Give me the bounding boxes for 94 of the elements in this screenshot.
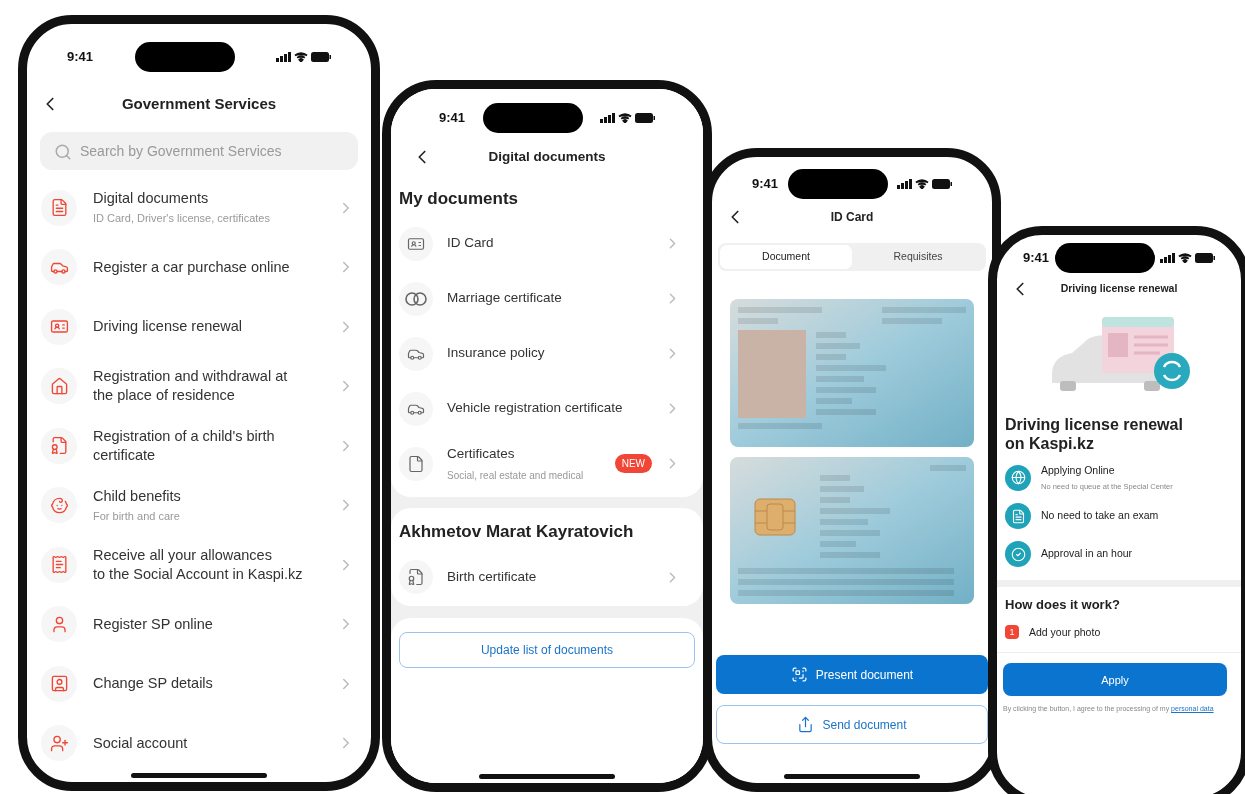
- qr-scan-icon: [790, 666, 808, 683]
- feature-title: Applying Online: [1041, 463, 1116, 478]
- battery-icon: [932, 179, 952, 189]
- feature-title: Approval in an hour: [1041, 546, 1133, 562]
- service-item[interactable]: Social account: [27, 713, 371, 773]
- service-item[interactable]: Receive all your allowances to the Social Account in Kaspi.kz: [27, 535, 371, 595]
- user-icon: [41, 606, 77, 643]
- document-title: Birth certificate: [447, 567, 538, 586]
- apply-button[interactable]: Apply: [1003, 663, 1227, 697]
- document-item[interactable]: Birth certificate: [399, 552, 695, 602]
- battery-icon: [635, 113, 655, 123]
- service-item[interactable]: Register SP online: [27, 594, 371, 654]
- document-icon: [1005, 503, 1031, 529]
- chip-icon: [754, 497, 796, 536]
- tab[interactable]: Document: [720, 245, 852, 269]
- baby-icon: [41, 487, 77, 524]
- document-item[interactable]: ID Card: [399, 216, 695, 271]
- new-badge: NEW: [614, 454, 652, 473]
- screen-title: ID Card: [830, 209, 874, 226]
- status-time: 9:41: [439, 109, 466, 128]
- service-subtitle: ID Card, Driver's license, certificates: [93, 211, 271, 226]
- service-item[interactable]: Register a car purchase online: [27, 237, 371, 297]
- status-time: 9:41: [1023, 249, 1050, 268]
- signal-icon: [276, 52, 291, 62]
- id-card-icon: [41, 308, 77, 345]
- document-title: Insurance policy: [447, 344, 546, 363]
- document-item[interactable]: Vehicle registration certificate: [399, 381, 695, 436]
- wifi-icon: [618, 113, 632, 123]
- signal-icon: [1160, 253, 1175, 263]
- send-document-button[interactable]: Send document: [716, 705, 988, 744]
- feature-title: No need to take an exam: [1041, 508, 1159, 524]
- service-title: Driving license renewal: [93, 317, 244, 337]
- search-field[interactable]: Search by Government Services: [40, 132, 358, 170]
- service-title: Register a car purchase online: [93, 257, 291, 277]
- file-badge-icon: [41, 427, 77, 464]
- document-item[interactable]: Marriage certificate: [399, 271, 695, 326]
- present-document-button[interactable]: Present document: [716, 655, 988, 694]
- service-title: Registration of a child's birth certificate: [93, 426, 276, 465]
- document-icon: [399, 446, 433, 481]
- signal-icon: [600, 113, 615, 123]
- tab[interactable]: Requisites: [852, 245, 984, 269]
- screen-title: Driving license renewal: [1060, 281, 1178, 297]
- document-title: Certificates: [447, 445, 516, 464]
- car-icon: [41, 249, 77, 286]
- service-item[interactable]: Registration and withdrawal at the place of residence: [27, 356, 371, 416]
- service-title: Registration and withdrawal at the place of residence: [93, 367, 289, 406]
- screen-title: Digital documents: [488, 147, 606, 166]
- service-item[interactable]: Change SP details: [27, 654, 371, 714]
- signal-icon: [897, 179, 912, 189]
- wifi-icon: [294, 52, 308, 62]
- document-item[interactable]: Insurance policy: [399, 326, 695, 381]
- service-item[interactable]: Child benefits For birth and care: [27, 475, 371, 535]
- promo-heading: Driving license renewal on Kaspi.kz: [1005, 415, 1184, 453]
- wifi-icon: [1178, 253, 1192, 263]
- id-card-icon: [399, 226, 433, 261]
- service-item[interactable]: Driving license renewal: [27, 297, 371, 357]
- section-heading: My documents: [399, 188, 520, 211]
- section-heading: Akhmetov Marat Kayratovich: [399, 521, 635, 544]
- rings-icon: [399, 281, 433, 316]
- status-time: 9:41: [752, 175, 779, 194]
- document-title: Marriage certificate: [447, 289, 563, 308]
- service-item[interactable]: Digital documents ID Card, Driver's license, certificates: [27, 178, 371, 238]
- document-item[interactable]: Certificates Social, real estate and medical NEW: [399, 436, 695, 491]
- update-documents-button[interactable]: Update list of documents: [399, 632, 695, 668]
- wifi-icon: [915, 179, 929, 189]
- file-badge-icon: [399, 560, 433, 594]
- battery-icon: [1195, 253, 1215, 263]
- battery-icon: [311, 52, 331, 62]
- user-plus-icon: [41, 725, 77, 762]
- service-title: Register SP online: [93, 614, 214, 634]
- step-text: Add your photo: [1029, 624, 1101, 640]
- step-number: 1: [1005, 625, 1019, 640]
- service-subtitle: For birth and care: [93, 508, 181, 524]
- status-time: 9:41: [67, 48, 94, 67]
- receipt-icon: [41, 546, 77, 583]
- service-title: Child benefits: [93, 486, 182, 506]
- service-title: Change SP details: [93, 674, 214, 694]
- user-card-icon: [41, 665, 77, 702]
- globe-icon: [1005, 464, 1031, 491]
- service-title: Social account: [93, 733, 189, 753]
- service-title: Receive all your allowances to the Social Account in Kaspi.kz: [93, 545, 304, 584]
- document-title: ID Card: [447, 234, 495, 253]
- service-title: Digital documents: [93, 189, 210, 208]
- section-heading: How does it work?: [1005, 596, 1121, 614]
- service-item[interactable]: Registration of a child's birth certificate: [27, 416, 371, 476]
- car-icon: [399, 336, 433, 371]
- share-icon: [797, 716, 815, 733]
- screen-title: Government Services: [121, 93, 277, 114]
- document-icon: [41, 189, 77, 226]
- search-icon: [54, 143, 72, 161]
- document-subtitle: Social, real estate and medical: [447, 468, 585, 483]
- car-icon: [399, 391, 433, 426]
- document-title: Vehicle registration certificate: [447, 399, 624, 418]
- house-icon: [41, 368, 77, 405]
